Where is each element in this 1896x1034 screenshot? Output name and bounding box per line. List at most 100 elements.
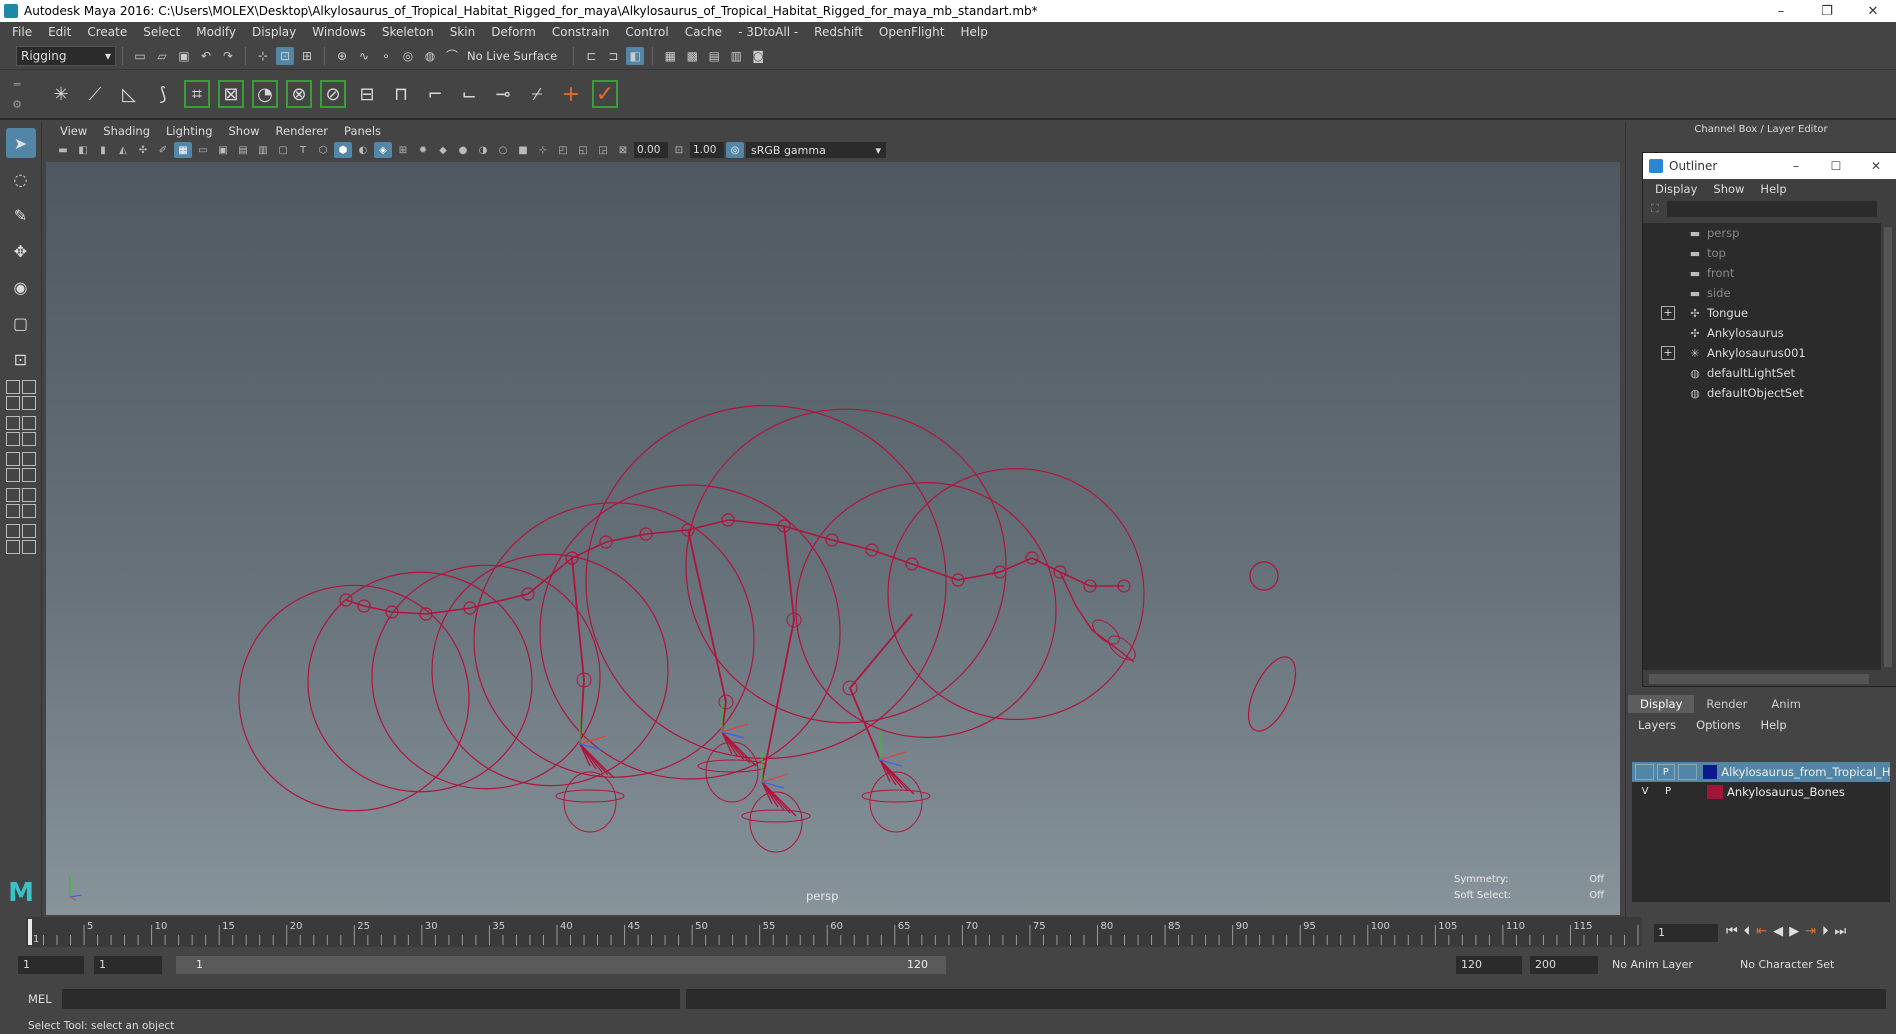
panel-menu-lighting[interactable]: Lighting [158, 124, 220, 138]
xray-components-icon[interactable]: ◲ [594, 142, 612, 158]
expand-icon[interactable]: + [1661, 346, 1675, 360]
wrap-icon[interactable]: ⌙ [455, 79, 483, 109]
snap-view-icon[interactable]: ◎ [399, 47, 417, 65]
wireframe-on-shaded-icon[interactable]: ◈ [374, 142, 392, 158]
last-tool-icon[interactable]: ⊡ [6, 344, 36, 374]
select-object-icon[interactable]: ⊡ [276, 46, 294, 65]
isolate-select-icon[interactable]: ⊹ [534, 142, 552, 158]
menu-edit[interactable]: Edit [40, 25, 79, 39]
rigid-bind-icon[interactable]: ⊗ [285, 79, 313, 109]
cluster-icon[interactable]: ⊓ [387, 79, 415, 109]
outliner-menu-help[interactable]: Help [1752, 182, 1794, 196]
motion-blur-icon[interactable]: ◑ [474, 142, 492, 158]
new-scene-icon[interactable]: ▭ [131, 47, 149, 65]
move-tool-icon[interactable]: ✥ [6, 236, 36, 266]
layer-color-swatch[interactable] [1707, 785, 1723, 799]
save-scene-icon[interactable]: ▣ [175, 47, 193, 65]
gate-mask-icon[interactable]: ▤ [234, 142, 252, 158]
menu-cache[interactable]: Cache [677, 25, 730, 39]
layer-type-toggle[interactable] [1678, 764, 1697, 780]
filter-icon[interactable]: ⛶ [1651, 202, 1659, 216]
undo-icon[interactable]: ↶ [197, 47, 215, 65]
menu-skeleton[interactable]: Skeleton [374, 25, 442, 39]
layer-visibility-toggle[interactable] [1635, 764, 1654, 780]
snap-point-icon[interactable]: ∘ [377, 47, 395, 65]
menu-skin[interactable]: Skin [442, 25, 484, 39]
safe-action-icon[interactable]: ▢ [274, 142, 292, 158]
outliner-item[interactable]: + ✣ Tongue [1643, 303, 1881, 323]
antialiasing-icon[interactable]: ○ [494, 142, 512, 158]
play-backward-icon[interactable]: ◀ [1773, 924, 1783, 939]
step-forward-key-icon[interactable]: ⇥ [1805, 924, 1816, 939]
ik-handle-icon[interactable]: ◺ [115, 79, 143, 109]
current-frame-field[interactable]: 1 [1654, 924, 1718, 942]
exposure-field[interactable]: 0.00 [634, 142, 668, 158]
shadows-icon[interactable]: ◆ [434, 142, 452, 158]
bookmark-icon[interactable]: ▮ [94, 142, 112, 158]
render-view-icon[interactable]: ▦ [661, 47, 679, 65]
layer-visibility-toggle[interactable]: V [1635, 784, 1655, 800]
tab-display[interactable]: Display [1628, 695, 1695, 713]
step-back-key-icon[interactable]: ⇤ [1756, 924, 1767, 939]
render-settings-icon[interactable]: ▥ [727, 47, 745, 65]
textured-icon[interactable]: ⊞ [394, 142, 412, 158]
layout-custom-icon[interactable] [5, 524, 36, 554]
smooth-shade-icon[interactable]: ⬢ [334, 142, 352, 158]
input-ops-icon[interactable]: ⊏ [582, 47, 600, 65]
start-time-field[interactable]: 1 [18, 956, 84, 974]
field-chart-icon[interactable]: ▥ [254, 142, 272, 158]
grid-toggle-icon[interactable]: ▦ [174, 142, 192, 158]
scale-tool-icon[interactable]: ▢ [6, 308, 36, 338]
sculpt-icon[interactable]: ⌿ [523, 79, 551, 109]
minimize-button[interactable]: – [1776, 159, 1816, 173]
insert-joint-icon[interactable]: ⟋ [81, 79, 109, 109]
command-input[interactable] [62, 989, 680, 1009]
render-frame-icon[interactable]: ▩ [683, 47, 701, 65]
construction-history-icon[interactable]: ◧ [626, 46, 645, 65]
lattice-icon[interactable]: ⊟ [353, 79, 381, 109]
shelf-handle[interactable]: ═ ⚙ [10, 74, 24, 114]
select-hierarchy-icon[interactable]: ⊹ [254, 47, 272, 65]
grease-pencil-icon[interactable]: ✐ [154, 142, 172, 158]
ambient-occlusion-icon[interactable]: ● [454, 142, 472, 158]
snap-surface-icon[interactable]: ◍ [421, 47, 439, 65]
script-language-label[interactable]: MEL [28, 992, 52, 1006]
redo-icon[interactable]: ↷ [219, 47, 237, 65]
wireframe-icon[interactable]: ⬡ [314, 142, 332, 158]
outliner-filter-input[interactable] [1666, 201, 1877, 217]
snap-grid-icon[interactable]: ⊕ [333, 47, 351, 65]
tab-render[interactable]: Render [1694, 695, 1759, 713]
xray-joints-icon[interactable]: ◱ [574, 142, 592, 158]
menu-3dtoall[interactable]: - 3DtoAll - [730, 25, 806, 39]
restore-button[interactable]: ❐ [1804, 4, 1850, 19]
resolution-gate-icon[interactable]: ▣ [214, 142, 232, 158]
menu-redshift[interactable]: Redshift [806, 25, 871, 39]
tab-anim[interactable]: Anim [1759, 695, 1813, 713]
outliner-item[interactable]: + ✳ Ankylosaurus001 [1643, 343, 1881, 363]
depth-of-field-icon[interactable]: ■ [514, 142, 532, 158]
maximize-button[interactable]: ☐ [1816, 159, 1856, 173]
outliner-item[interactable]: ◍ defaultObjectSet [1643, 383, 1881, 403]
ipr-render-icon[interactable]: ▤ [705, 47, 723, 65]
image-plane-icon[interactable]: ◭ [114, 142, 132, 158]
snap-curve-icon[interactable]: ∿ [355, 47, 373, 65]
view-transform-dropdown[interactable]: sRGB gamma ▾ [746, 142, 886, 158]
playback-end-field[interactable]: 120 [1456, 956, 1522, 974]
layer-color-swatch[interactable] [1702, 765, 1718, 779]
shelf-gear-icon[interactable]: ⚙ [12, 98, 22, 111]
layout-graph-icon[interactable] [5, 488, 36, 518]
outliner-menu-display[interactable]: Display [1647, 182, 1705, 196]
expand-icon[interactable]: + [1661, 306, 1675, 320]
step-forward-icon[interactable]: ⏵ [1822, 924, 1829, 939]
aim-constraint-icon[interactable]: ✓ [591, 79, 619, 109]
snap-live-icon[interactable]: ⌒ [443, 47, 461, 65]
layer-menu-options[interactable]: Options [1686, 718, 1750, 732]
layer-playback-toggle[interactable]: P [1658, 784, 1678, 800]
menu-openflight[interactable]: OpenFlight [871, 25, 953, 39]
outliner-vscrollbar[interactable] [1884, 227, 1892, 667]
xray-icon[interactable]: ◰ [554, 142, 572, 158]
color-management-icon[interactable]: ◎ [726, 142, 744, 158]
menuset-dropdown[interactable]: Rigging ▾ [16, 45, 116, 66]
output-ops-icon[interactable]: ⊐ [604, 47, 622, 65]
film-gate-icon[interactable]: ▭ [194, 142, 212, 158]
